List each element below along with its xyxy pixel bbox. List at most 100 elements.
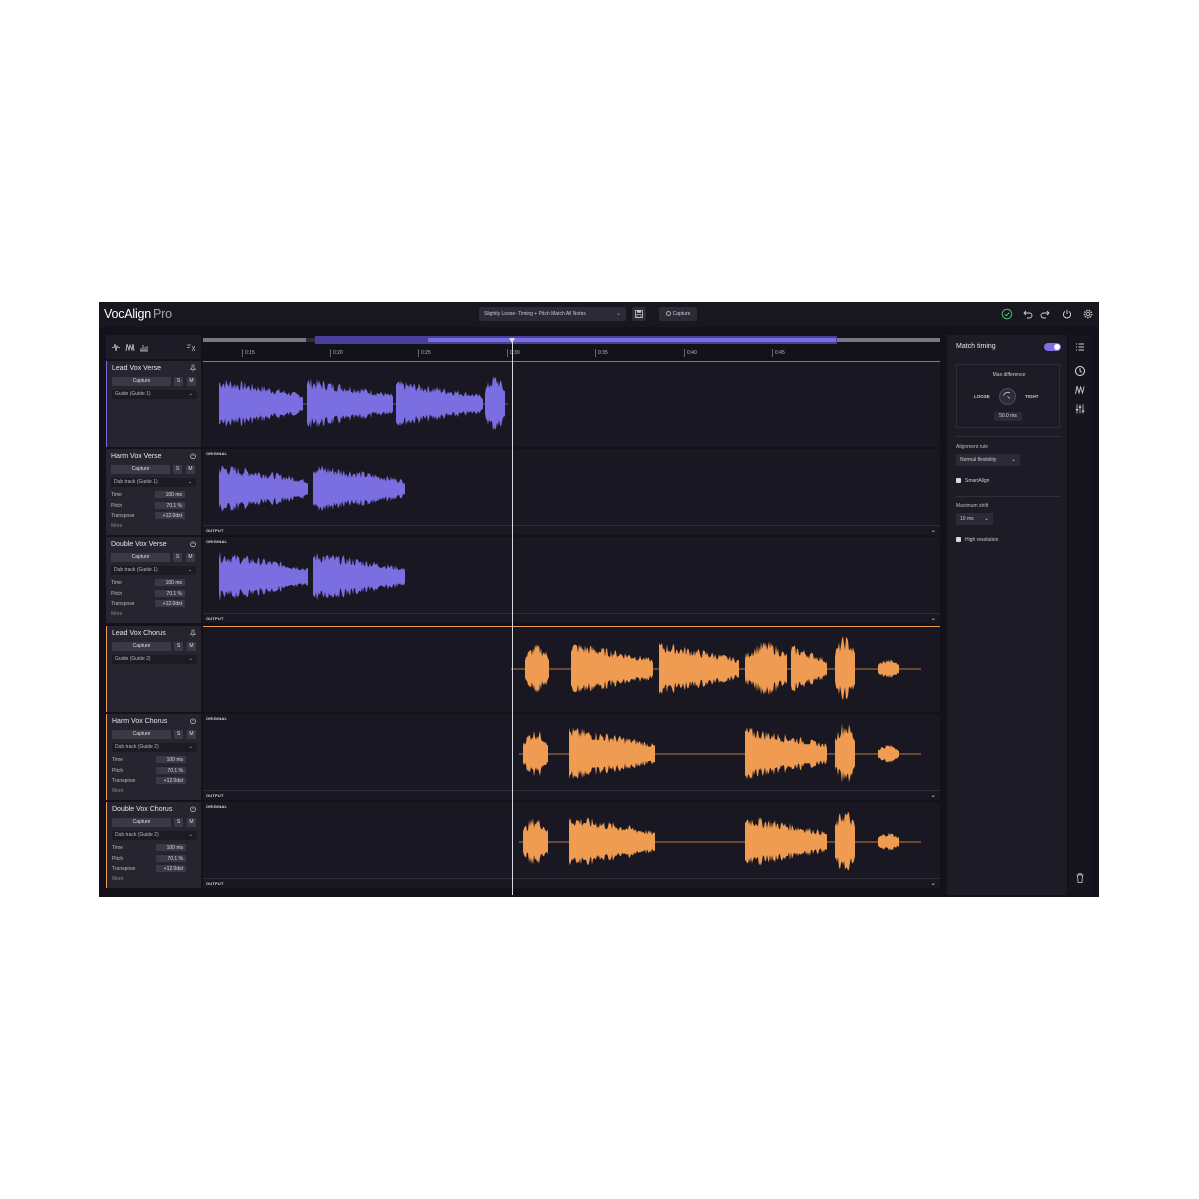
playhead[interactable] (512, 340, 513, 895)
smartalign-checkbox[interactable]: SmartAlign (956, 478, 989, 484)
sliders-icon[interactable] (1074, 403, 1086, 415)
maximum-shift-select[interactable]: 10 ms ⌄ (956, 513, 993, 525)
track-route-select[interactable]: Dub track (Guide 1) ⌄ (111, 478, 196, 487)
solo-button[interactable]: S (173, 465, 182, 474)
mute-button[interactable]: M (186, 553, 195, 562)
track-capture-button[interactable]: Capture (112, 642, 171, 651)
max-difference-value-field[interactable]: 50.0 ms (994, 412, 1022, 421)
sort-icon[interactable] (186, 343, 196, 352)
mute-button[interactable]: M (187, 377, 196, 386)
more-link[interactable]: More (111, 611, 122, 617)
pitch-value-field[interactable]: 70.1 % (156, 767, 186, 774)
list-icon[interactable] (1074, 341, 1086, 353)
transpose-value-field[interactable]: +12.0dst (156, 777, 186, 784)
chevron-down-icon[interactable]: ⌄ (931, 615, 936, 622)
chevron-down-icon[interactable]: ⌄ (931, 880, 936, 887)
mute-button[interactable]: M (187, 730, 196, 739)
alignment-rule-select[interactable]: Normal flexibility ⌄ (956, 454, 1020, 466)
playhead-marker[interactable] (509, 338, 515, 343)
guide-waveform (511, 636, 921, 700)
transpose-value-field[interactable]: +12.0dst (155, 600, 185, 607)
lane-double-vox-verse[interactable]: ORIGINAL OUTPUT ⌄ (203, 537, 940, 623)
power-icon[interactable] (189, 805, 197, 813)
power-icon[interactable] (189, 452, 197, 460)
max-difference-knob[interactable] (999, 388, 1016, 405)
time-value-field[interactable]: 100 ms (156, 756, 186, 763)
pin-icon[interactable] (189, 629, 197, 637)
track-header-lead-vox-chorus[interactable]: Lead Vox Chorus Capture S M Guide (Guide… (106, 626, 201, 712)
preset-dropdown[interactable]: Slightly Loose- Timing + Pitch Match All… (479, 307, 626, 321)
time-value-field[interactable]: 100 ms (155, 579, 185, 586)
solo-button[interactable]: S (174, 642, 183, 651)
mute-button[interactable]: M (187, 642, 196, 651)
power-icon[interactable] (189, 540, 197, 548)
track-capture-button[interactable]: Capture (112, 730, 171, 739)
trash-icon[interactable] (1074, 872, 1086, 884)
waveform-tool-icon[interactable] (111, 343, 121, 352)
pitch-value-field[interactable]: 70.1 % (156, 855, 186, 862)
time-value-field[interactable]: 100 ms (156, 844, 186, 851)
pitch-value-field[interactable]: 70.1 % (155, 590, 185, 597)
output-strip[interactable]: OUTPUT ⌄ (203, 525, 940, 535)
high-resolution-checkbox[interactable]: High resolution (956, 537, 998, 543)
track-header-harm-vox-verse[interactable]: Harm Vox Verse Capture S M Dub track (Gu… (106, 449, 201, 535)
check-circle-icon[interactable] (1001, 308, 1013, 320)
output-strip[interactable]: OUTPUT ⌄ (203, 613, 940, 623)
scrollbar-visible-range[interactable] (315, 336, 837, 344)
more-link[interactable]: More (112, 788, 123, 794)
lane-harm-vox-chorus[interactable]: ORIGINAL OUTPUT ⌄ (203, 714, 940, 800)
redo-icon[interactable] (1039, 308, 1051, 320)
level-tool-icon[interactable] (139, 343, 149, 352)
chevron-down-icon: ⌄ (188, 744, 193, 750)
output-strip[interactable]: OUTPUT ⌄ (203, 790, 940, 800)
save-preset-button[interactable] (632, 307, 646, 321)
solo-button[interactable]: S (173, 553, 182, 562)
transpose-value-field[interactable]: +12.0dst (156, 865, 186, 872)
track-header-double-vox-chorus[interactable]: Double Vox Chorus Capture S M Dub track … (106, 802, 201, 888)
clock-icon[interactable] (1074, 365, 1086, 377)
waveform-segment (313, 465, 405, 512)
track-capture-button[interactable]: Capture (111, 553, 170, 562)
time-ruler[interactable]: 0:15 0:20 0:25 0:30 0:35 0:40 0:45 (203, 346, 940, 360)
pin-icon[interactable] (189, 364, 197, 372)
lane-lead-vox-verse[interactable] (203, 361, 940, 447)
time-value-field[interactable]: 100 ms (155, 491, 185, 498)
solo-button[interactable]: S (174, 377, 183, 386)
track-route-select[interactable]: Dub track (Guide 2) ⌄ (112, 831, 197, 840)
timeline-scrollbar[interactable] (203, 336, 940, 344)
undo-icon[interactable] (1022, 308, 1034, 320)
track-capture-button[interactable]: Capture (112, 818, 171, 827)
capture-button[interactable]: Capture (659, 307, 697, 321)
lane-harm-vox-verse[interactable]: ORIGINAL OUTPUT ⌄ (203, 449, 940, 535)
checkbox-box[interactable] (956, 537, 961, 543)
pitch-value-field[interactable]: 70.1 % (155, 502, 185, 509)
chevron-down-icon[interactable]: ⌄ (931, 792, 936, 799)
lane-double-vox-chorus[interactable]: ORIGINAL OUTPUT ⌄ (203, 802, 940, 888)
more-link[interactable]: More (112, 876, 123, 882)
match-timing-toggle[interactable] (1044, 343, 1061, 351)
pitch-wave-icon[interactable] (1074, 384, 1086, 396)
output-strip[interactable]: OUTPUT ⌄ (203, 878, 940, 888)
track-route-select[interactable]: Dub track (Guide 1) ⌄ (111, 566, 196, 575)
track-header-harm-vox-chorus[interactable]: Harm Vox Chorus Capture S M Dub track (G… (106, 714, 201, 800)
track-capture-button[interactable]: Capture (112, 377, 171, 386)
track-route-select[interactable]: Dub track (Guide 2) ⌄ (112, 743, 197, 752)
chevron-down-icon[interactable]: ⌄ (931, 527, 936, 534)
lane-lead-vox-chorus[interactable] (203, 626, 940, 712)
more-link[interactable]: More (111, 523, 122, 529)
track-header-lead-vox-verse[interactable]: Lead Vox Verse Capture S M Guide (Guide … (106, 361, 201, 447)
track-capture-button[interactable]: Capture (111, 465, 170, 474)
solo-button[interactable]: S (174, 818, 183, 827)
solo-button[interactable]: S (174, 730, 183, 739)
power-icon[interactable] (189, 717, 197, 725)
mute-button[interactable]: M (186, 465, 195, 474)
track-route-select[interactable]: Guide (Guide 2) ⌄ (112, 655, 197, 664)
pitch-tool-icon[interactable] (125, 343, 135, 352)
checkbox-box[interactable] (956, 478, 961, 484)
track-header-double-vox-verse[interactable]: Double Vox Verse Capture S M Dub track (… (106, 537, 201, 623)
track-route-select[interactable]: Guide (Guide 1) ⌄ (112, 390, 197, 399)
mute-button[interactable]: M (187, 818, 196, 827)
transpose-value-field[interactable]: +12.0dst (155, 512, 185, 519)
gear-icon[interactable] (1082, 308, 1094, 320)
power-icon[interactable] (1061, 308, 1073, 320)
